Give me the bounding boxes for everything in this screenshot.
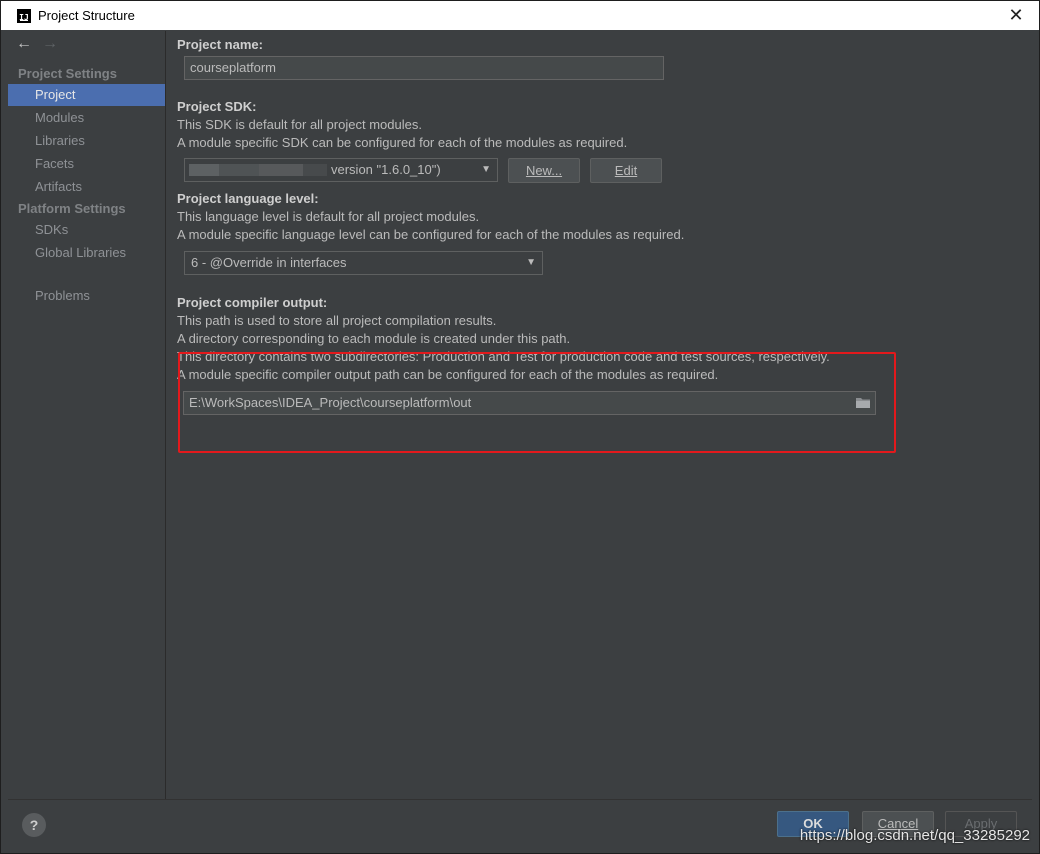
project-name-label: Project name:: [177, 37, 263, 52]
back-arrow-icon[interactable]: ←: [16, 35, 32, 53]
sidebar-item-sdks[interactable]: SDKs: [8, 219, 165, 241]
sdk-blurred-name: [189, 164, 219, 176]
language-level-desc-2: A module specific language level can be …: [177, 227, 685, 242]
language-level-value: 6 - @Override in interfaces: [191, 255, 347, 270]
red-highlight-annotation: [178, 352, 896, 453]
csdn-watermark: https://blog.csdn.net/qq_33285292: [799, 827, 1030, 844]
language-level-select[interactable]: 6 - @Override in interfaces ▼: [184, 251, 543, 275]
app-icon-text: IJ: [19, 12, 29, 22]
sidebar-item-libraries[interactable]: Libraries: [8, 130, 165, 152]
sdk-edit-button[interactable]: Edit: [590, 158, 662, 183]
compiler-output-desc-2: A directory corresponding to each module…: [177, 331, 571, 346]
sdk-new-button[interactable]: New...: [508, 158, 580, 183]
close-button[interactable]: ✕: [1005, 4, 1027, 26]
sidebar-item-problems[interactable]: Problems: [8, 285, 165, 307]
project-settings-heading: Project Settings: [18, 66, 117, 81]
sidebar-item-facets[interactable]: Facets: [8, 153, 165, 175]
forward-arrow-icon[interactable]: →: [42, 35, 58, 53]
compiler-output-label: Project compiler output:: [177, 295, 328, 310]
compiler-output-desc-1: This path is used to store all project c…: [177, 313, 497, 328]
sidebar-item-global-libraries[interactable]: Global Libraries: [8, 242, 165, 264]
project-sdk-desc-1: This SDK is default for all project modu…: [177, 117, 422, 132]
title-bar: IJ Project Structure ✕: [1, 1, 1039, 30]
sidebar: ← → Project Settings Project Modules Lib…: [8, 31, 166, 799]
window-title: Project Structure: [38, 8, 135, 23]
chevron-down-icon: ▼: [526, 257, 536, 268]
project-sdk-desc-2: A module specific SDK can be configured …: [177, 135, 628, 150]
sidebar-item-project[interactable]: Project: [8, 84, 165, 106]
language-level-desc-1: This language level is default for all p…: [177, 209, 480, 224]
project-sdk-select[interactable]: version "1.6.0_10") ▼: [184, 158, 498, 182]
sdk-blurred-name-4: [303, 164, 327, 176]
intellij-app-icon: IJ: [17, 8, 31, 23]
sidebar-item-modules[interactable]: Modules: [8, 107, 165, 129]
sdk-blurred-name-2: [219, 164, 259, 176]
help-button[interactable]: ?: [22, 813, 46, 837]
nav-arrows: ← →: [16, 35, 58, 53]
sdk-new-button-label: New...: [525, 163, 563, 178]
sdk-blurred-name-3: [259, 164, 303, 176]
sdk-edit-button-label: Edit: [614, 163, 638, 178]
project-sdk-value: version "1.6.0_10"): [331, 162, 441, 177]
language-level-label: Project language level:: [177, 191, 319, 206]
project-sdk-label: Project SDK:: [177, 99, 257, 114]
platform-settings-heading: Platform Settings: [18, 201, 126, 216]
project-name-input[interactable]: courseplatform: [184, 56, 664, 80]
chevron-down-icon: ▼: [481, 164, 491, 175]
sidebar-item-artifacts[interactable]: Artifacts: [8, 176, 165, 198]
